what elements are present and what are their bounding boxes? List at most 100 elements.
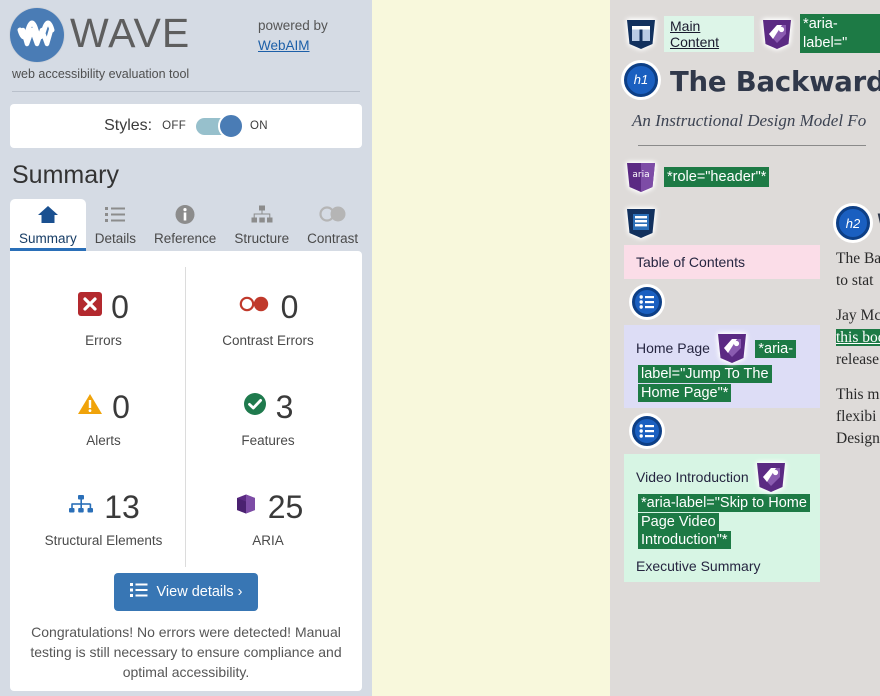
powered-by-block: powered by WebAIM xyxy=(258,8,362,55)
tab-contrast[interactable]: Contrast xyxy=(298,199,367,252)
aria-label-tag-top: *aria-label=" xyxy=(800,14,880,54)
stat-contrast-errors: 0 Contrast Errors xyxy=(186,267,350,367)
page-main-column: h2 W The Ba to stat Jay Mc this boo rele… xyxy=(836,206,880,582)
paragraph-line: to stat xyxy=(836,272,874,290)
page-gutter xyxy=(372,0,610,696)
stat-structural-elements-value: 13 xyxy=(104,488,140,525)
stat-aria-label: ARIA xyxy=(252,532,284,548)
stat-structural-elements-label: Structural Elements xyxy=(44,532,163,548)
contrast-icon xyxy=(307,204,358,225)
wave-wordmark: WAVE xyxy=(70,9,191,56)
stat-alerts: 0 Alerts xyxy=(22,367,186,467)
nav-label-home-page: Home Page xyxy=(636,340,710,357)
webaim-link[interactable]: WebAIM xyxy=(258,38,310,53)
wave-logo-icon xyxy=(10,8,64,62)
info-icon xyxy=(154,204,216,225)
paragraph-line: The Ba xyxy=(836,250,880,268)
nav-label-table-of-contents: Table of Contents xyxy=(636,254,745,271)
main-content-region-icon[interactable] xyxy=(624,17,658,51)
aria-label-tag-video-introduction: *aria-label="Skip to Home Page Video Int… xyxy=(638,494,810,550)
nav-block-home-page[interactable]: Home Page *aria-label="Jump To The Home … xyxy=(624,325,820,409)
body-paragraph-1: The Ba to stat xyxy=(836,248,880,292)
page-title: Summary xyxy=(12,161,119,189)
styles-toggle-card: Styles: OFF ON xyxy=(10,104,362,148)
aria-role-icon[interactable]: aria xyxy=(624,160,658,194)
tab-summary-label: Summary xyxy=(19,230,77,246)
tree-icon xyxy=(67,493,95,520)
nav-block-table-of-contents[interactable]: Table of Contents xyxy=(624,245,820,280)
styles-toggle-knob[interactable] xyxy=(218,113,245,139)
page-nav-column: Table of Contents Home Page *aria-label=… xyxy=(624,206,820,582)
congratulations-message: Congratulations! No errors were detected… xyxy=(30,624,342,680)
list-icon xyxy=(129,582,148,602)
aria-label-tag-icon[interactable] xyxy=(760,17,794,51)
tree-icon xyxy=(234,204,289,225)
stat-features: 3 Features xyxy=(186,367,350,467)
nav-block-video-introduction[interactable]: Video Introduction *aria-label="Skip to … xyxy=(624,454,820,582)
list-region-icon-1[interactable] xyxy=(632,287,662,318)
tab-summary[interactable]: Summary xyxy=(10,198,86,251)
tab-contrast-label: Contrast xyxy=(307,230,359,246)
paragraph-line: This m xyxy=(836,386,880,404)
evaluated-page-content: Main Content *aria-label=" h1 The Backwa… xyxy=(610,0,880,696)
styles-off-label: OFF xyxy=(162,120,187,132)
nav-label-video-introduction: Video Introduction xyxy=(636,469,749,486)
stat-alerts-value: 0 xyxy=(112,388,130,425)
h1-heading-row: h1 The Backwards D xyxy=(624,61,880,98)
h2-badge-icon[interactable]: h2 xyxy=(836,206,870,241)
list-region-icon-2[interactable] xyxy=(632,416,662,447)
highlighted-link[interactable]: this boo xyxy=(836,329,880,347)
paragraph-line: Design xyxy=(836,430,880,448)
header-rule xyxy=(638,145,866,147)
stat-contrast-errors-label: Contrast Errors xyxy=(222,332,314,348)
view-details-button[interactable]: View details › xyxy=(113,573,259,611)
tab-details[interactable]: Details xyxy=(86,199,145,252)
tab-structure[interactable]: Structure xyxy=(225,199,298,252)
aria-label-tag-icon[interactable] xyxy=(715,331,749,365)
summary-panel: 0 Errors 0 Contrast Errors 0 Alerts 3 Fe… xyxy=(10,251,362,691)
styles-toggle-switch[interactable] xyxy=(196,113,245,139)
h2-heading-row: h2 W xyxy=(836,206,880,241)
page-subtitle: An Instructional Design Model Fo xyxy=(632,111,867,131)
stat-alerts-label: Alerts xyxy=(86,432,121,448)
svg-text:aria: aria xyxy=(632,170,649,180)
styles-label: Styles: xyxy=(104,117,153,134)
stat-aria: 25 ARIA xyxy=(186,467,350,567)
powered-by-label: powered by xyxy=(258,18,328,33)
body-paragraph-3: This m flexibi Design xyxy=(836,384,880,450)
home-icon xyxy=(19,204,77,225)
wave-header: WAVE web accessibility evaluation tool p… xyxy=(10,0,362,81)
tab-reference-label: Reference xyxy=(154,230,217,246)
body-paragraph-2: Jay Mc this boo release xyxy=(836,305,880,371)
aria-label-tag-icon[interactable] xyxy=(754,460,788,494)
h1-badge-icon[interactable]: h1 xyxy=(624,62,658,97)
wave-extension-screen: WAVE web accessibility evaluation tool p… xyxy=(0,0,880,696)
stat-errors-label: Errors xyxy=(85,332,122,348)
header-divider xyxy=(12,91,360,92)
page-heading-h1: The Backwards D xyxy=(670,66,880,99)
stat-contrast-errors-value: 0 xyxy=(280,288,299,325)
tab-reference[interactable]: Reference xyxy=(145,199,225,252)
stat-errors: 0 Errors xyxy=(22,267,186,367)
role-header-tag: *role="header"* xyxy=(664,166,770,188)
navigation-region-icon[interactable] xyxy=(624,209,658,244)
role-header-annotation-row: aria *role="header"* xyxy=(624,160,880,194)
paragraph-line: flexibi xyxy=(836,408,877,426)
contrast-icon xyxy=(238,294,272,319)
page-columns: Table of Contents Home Page *aria-label=… xyxy=(624,206,880,582)
main-content-link[interactable]: Main Content xyxy=(664,15,755,52)
paragraph-line: release xyxy=(836,351,880,369)
list-icon xyxy=(95,204,136,225)
tab-bar: Summary Details Reference Structure Cont… xyxy=(10,198,362,251)
summary-stats-grid: 0 Errors 0 Contrast Errors 0 Alerts 3 Fe… xyxy=(22,267,350,567)
alert-triangle-icon xyxy=(77,392,103,421)
wave-sidebar: WAVE web accessibility evaluation tool p… xyxy=(0,0,372,696)
stat-features-value: 3 xyxy=(275,388,294,425)
check-circle-icon xyxy=(243,392,267,421)
main-content-annotation-row: Main Content *aria-label=" xyxy=(624,14,880,54)
error-x-icon xyxy=(78,292,103,321)
wave-brand: WAVE web accessibility evaluation tool xyxy=(10,8,258,81)
styles-on-label: ON xyxy=(250,120,268,132)
wave-tagline: web accessibility evaluation tool xyxy=(12,67,190,81)
stat-structural-elements: 13 Structural Elements xyxy=(22,467,186,567)
